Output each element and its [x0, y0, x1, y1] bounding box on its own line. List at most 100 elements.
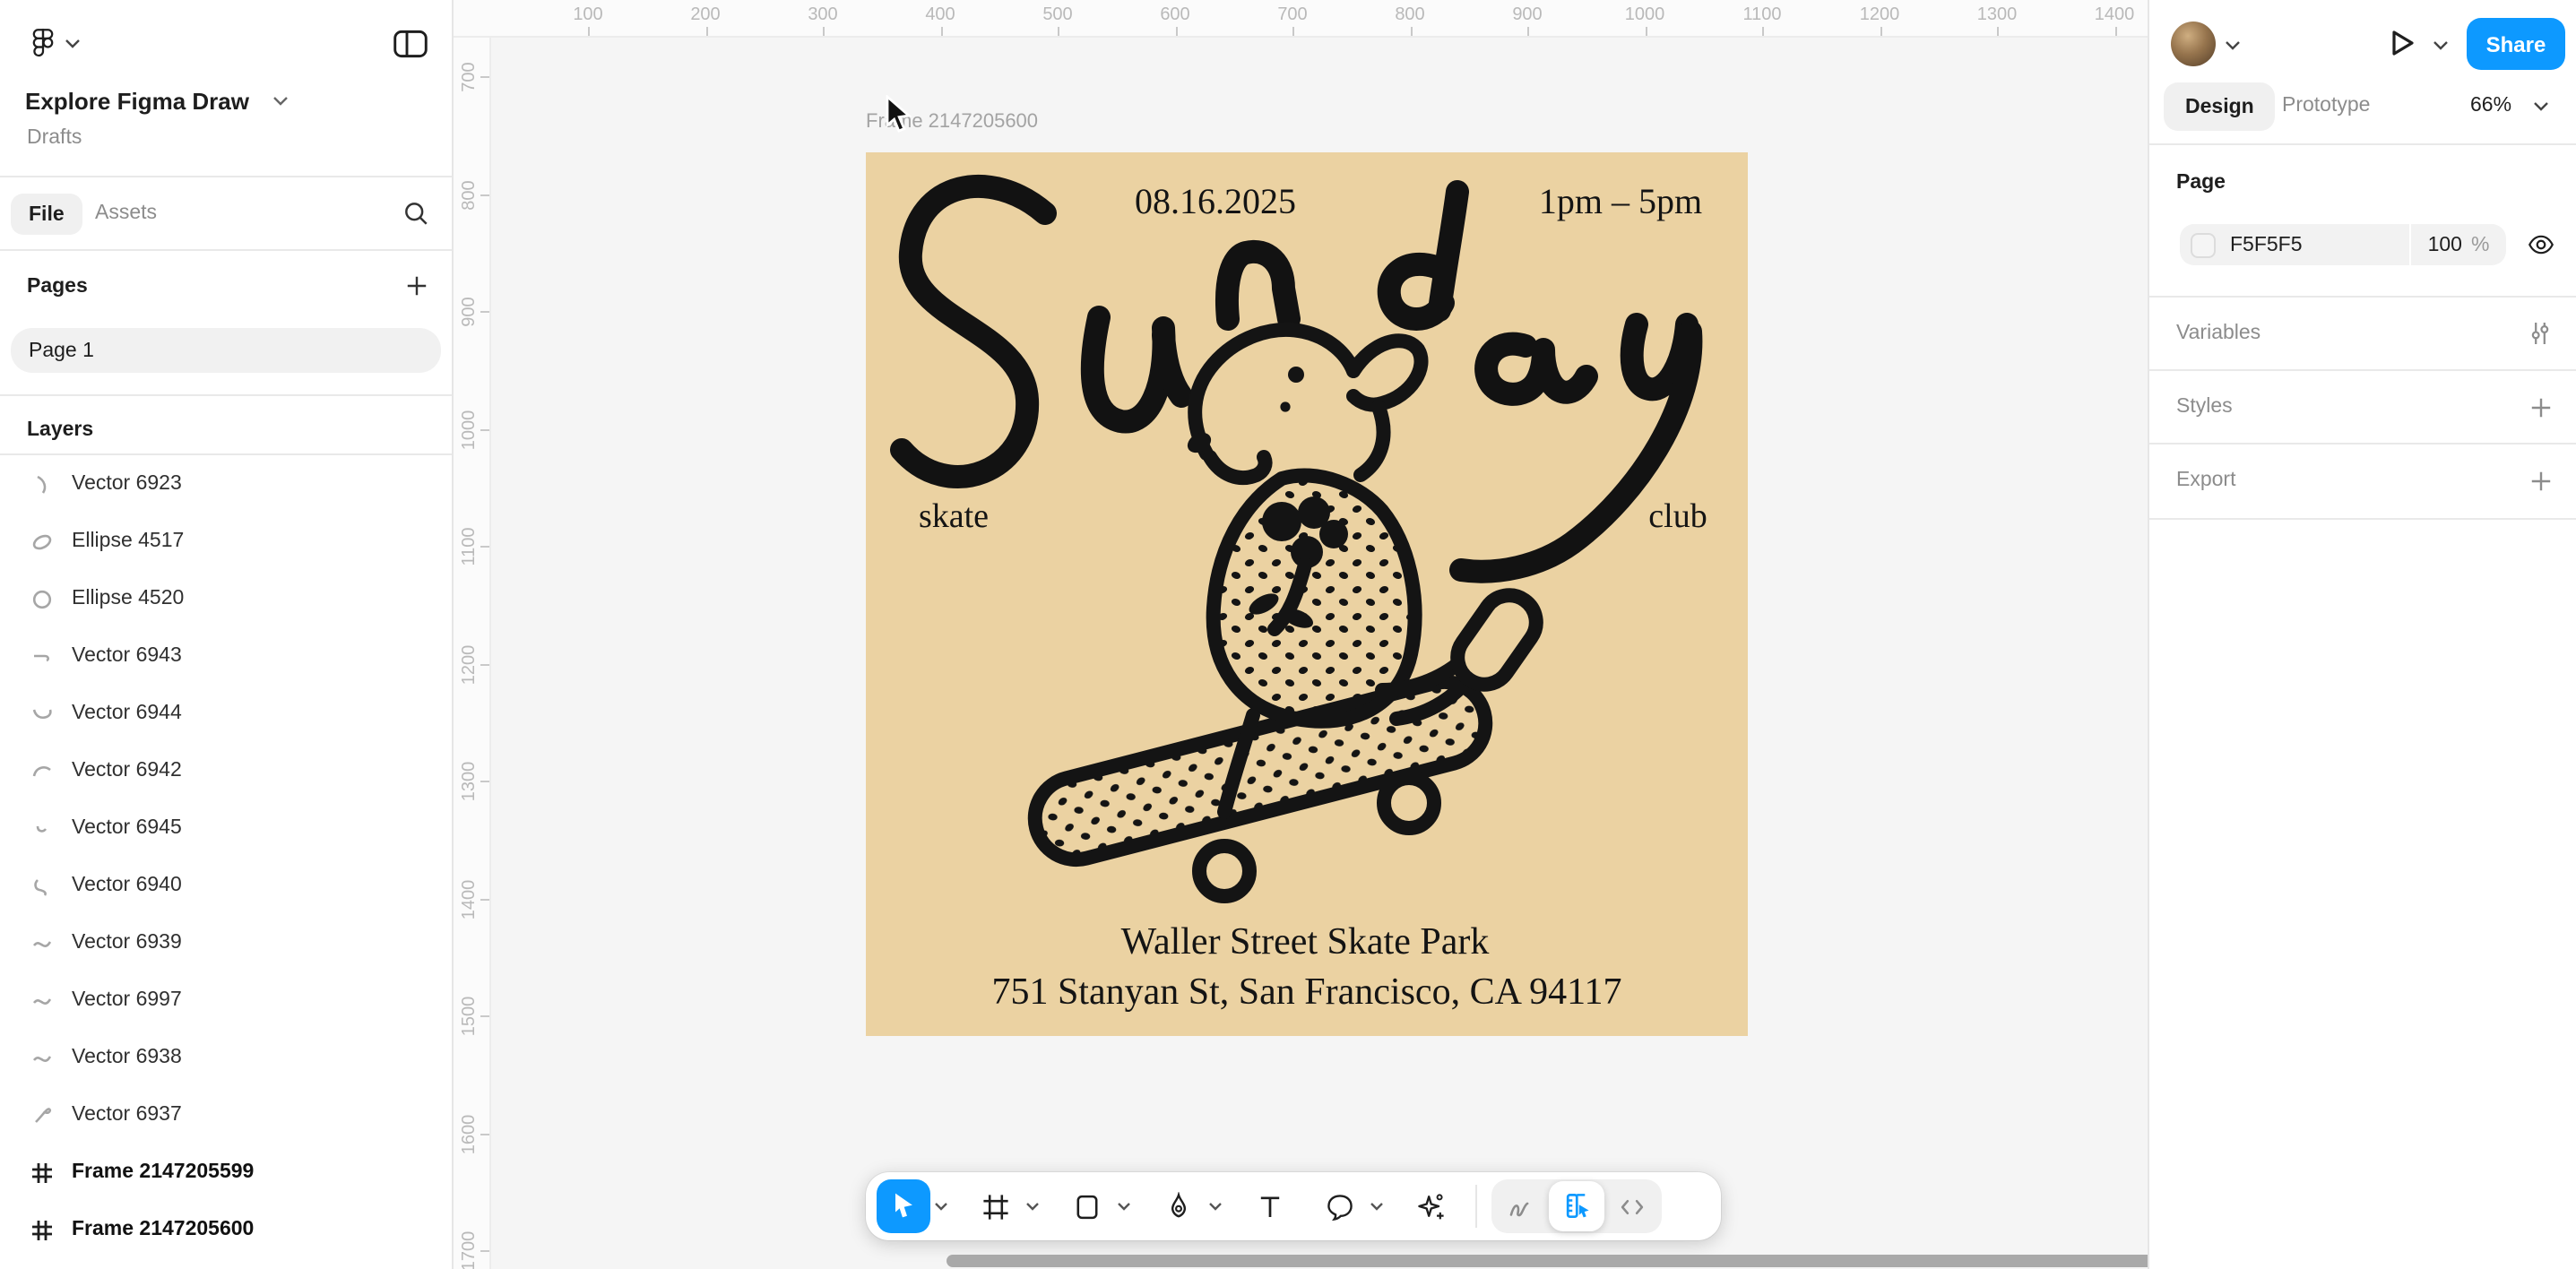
- color-swatch[interactable]: [2191, 232, 2216, 257]
- ruler-number: 600: [1160, 5, 1189, 25]
- page-item-selected[interactable]: Page 1: [11, 328, 441, 373]
- move-tool-dropdown[interactable]: [930, 1179, 952, 1233]
- ruler-tick: [480, 428, 489, 430]
- layer-row[interactable]: Vector 6942: [0, 742, 452, 799]
- design-mode-button[interactable]: [1549, 1181, 1604, 1231]
- file-title[interactable]: Explore Figma Draw: [25, 88, 249, 115]
- circle-icon: [30, 587, 54, 610]
- divider: [2149, 296, 2576, 298]
- layer-row[interactable]: Ellipse 4517: [0, 513, 452, 570]
- canvas[interactable]: 7008009001000110012001300140015001600170…: [454, 0, 2148, 1269]
- play-icon[interactable]: [2386, 25, 2418, 61]
- layer-row[interactable]: Vector 6938: [0, 1029, 452, 1086]
- ruler-number: 100: [573, 5, 602, 25]
- poster-frame[interactable]: 08.16.2025 1pm – 5pm skate club Waller S…: [866, 152, 1748, 1036]
- ruler-tick: [1292, 27, 1294, 36]
- comment-tool-button[interactable]: [1312, 1179, 1366, 1233]
- pen-tool-button[interactable]: [1151, 1179, 1205, 1233]
- plus-icon: [2528, 469, 2552, 492]
- ruler-tick: [480, 898, 489, 900]
- zoom-level[interactable]: 66%: [2470, 95, 2511, 117]
- layer-name: Frame 2147205600: [72, 1219, 254, 1240]
- ruler-tick: [705, 27, 707, 36]
- pen-tool-dropdown[interactable]: [1205, 1179, 1226, 1233]
- vector-hook-icon: [30, 644, 54, 668]
- layer-row[interactable]: Vector 6943: [0, 627, 452, 685]
- color-hex-value[interactable]: F5F5F5: [2230, 234, 2409, 255]
- main-menu-button[interactable]: [27, 25, 59, 57]
- ruler-number: 900: [1512, 5, 1542, 25]
- layer-row[interactable]: Frame 2147205600: [0, 1201, 452, 1258]
- layer-row[interactable]: Vector 6944: [0, 685, 452, 742]
- visibility-toggle[interactable]: [2520, 224, 2560, 263]
- ruler-number: 900: [460, 297, 480, 326]
- ruler-number: 800: [460, 179, 480, 209]
- tab-assets[interactable]: Assets: [95, 203, 157, 224]
- layer-name: Vector 6937: [72, 1104, 182, 1126]
- layer-row[interactable]: Vector 6937: [0, 1086, 452, 1144]
- vector-wave-icon: [30, 988, 54, 1012]
- avatar[interactable]: [2171, 22, 2216, 66]
- dev-mode-button[interactable]: [1604, 1179, 1660, 1233]
- tab-file[interactable]: File: [11, 194, 82, 235]
- horizontal-scrollbar[interactable]: [947, 1255, 2148, 1267]
- draw-mode-button[interactable]: [1493, 1179, 1549, 1233]
- add-page-button[interactable]: [405, 274, 428, 298]
- layer-row[interactable]: Vector 6923: [0, 455, 452, 513]
- ruler-tick: [480, 781, 489, 782]
- ruler-number: 1000: [1625, 5, 1665, 25]
- layer-row[interactable]: Vector 6997: [0, 971, 452, 1029]
- avatar-chevron-icon[interactable]: [2225, 39, 2241, 52]
- search-icon[interactable]: [402, 199, 430, 228]
- adjustments-icon: [2526, 319, 2554, 348]
- frame-icon: [30, 1218, 54, 1241]
- ruler-number: 1200: [1860, 5, 1900, 25]
- file-title-chevron-icon[interactable]: [272, 95, 289, 108]
- layer-name: Ellipse 4520: [72, 588, 184, 609]
- share-button[interactable]: Share: [2467, 18, 2565, 70]
- layer-name: Vector 6945: [72, 817, 182, 839]
- play-options-chevron-icon[interactable]: [2433, 39, 2449, 52]
- page-section-title: Page: [2176, 172, 2226, 194]
- export-section-title: Export: [2176, 470, 2236, 491]
- open-variables-button[interactable]: [2520, 314, 2560, 353]
- ruler-tick: [480, 1250, 489, 1252]
- ruler-number: 1300: [1977, 5, 2018, 25]
- ruler-tick: [480, 663, 489, 665]
- ruler-tick: [1997, 27, 1999, 36]
- opacity-value[interactable]: 100: [2428, 234, 2462, 255]
- shape-tool-button[interactable]: [1059, 1179, 1113, 1233]
- frame-tool-dropdown[interactable]: [1022, 1179, 1043, 1233]
- vertical-ruler: 7008009001000110012001300140015001600170…: [454, 0, 491, 1269]
- styles-section-title: Styles: [2176, 396, 2233, 418]
- layer-row[interactable]: Vector 6945: [0, 799, 452, 857]
- layer-row[interactable]: Vector 6940: [0, 857, 452, 914]
- poster-illustration: [866, 152, 1748, 1036]
- vector-path-icon: [30, 472, 54, 496]
- vector-wave-icon: [30, 1046, 54, 1069]
- layer-row[interactable]: Ellipse 4520: [0, 570, 452, 627]
- menu-chevron-icon[interactable]: [65, 38, 81, 50]
- tab-design[interactable]: Design: [2164, 82, 2276, 131]
- ruler-number: 500: [1042, 5, 1072, 25]
- actions-tool-button[interactable]: [1404, 1179, 1457, 1233]
- add-style-button[interactable]: [2520, 387, 2560, 427]
- frame-tool-button[interactable]: [968, 1179, 1022, 1233]
- shape-tool-dropdown[interactable]: [1113, 1179, 1135, 1233]
- text-tool-button[interactable]: [1242, 1179, 1296, 1233]
- comment-tool-dropdown[interactable]: [1366, 1179, 1387, 1233]
- page-color-row[interactable]: F5F5F5 100 %: [2180, 224, 2506, 265]
- ruler-number: 1200: [460, 644, 480, 685]
- divider: [2149, 518, 2576, 520]
- plus-icon: [2528, 395, 2552, 419]
- layer-row[interactable]: Vector 6939: [0, 914, 452, 971]
- zoom-chevron-icon[interactable]: [2533, 100, 2549, 113]
- tab-prototype[interactable]: Prototype: [2282, 95, 2370, 117]
- add-export-button[interactable]: [2520, 461, 2560, 500]
- layer-row[interactable]: Frame 2147205599: [0, 1144, 452, 1201]
- opacity-field[interactable]: 100 %: [2409, 224, 2506, 265]
- left-sidebar: Explore Figma Draw Drafts File Assets Pa…: [0, 0, 454, 1269]
- collapse-panel-button[interactable]: [393, 29, 428, 59]
- vector-squiggle-icon: [30, 874, 54, 897]
- move-tool-button[interactable]: [877, 1179, 930, 1233]
